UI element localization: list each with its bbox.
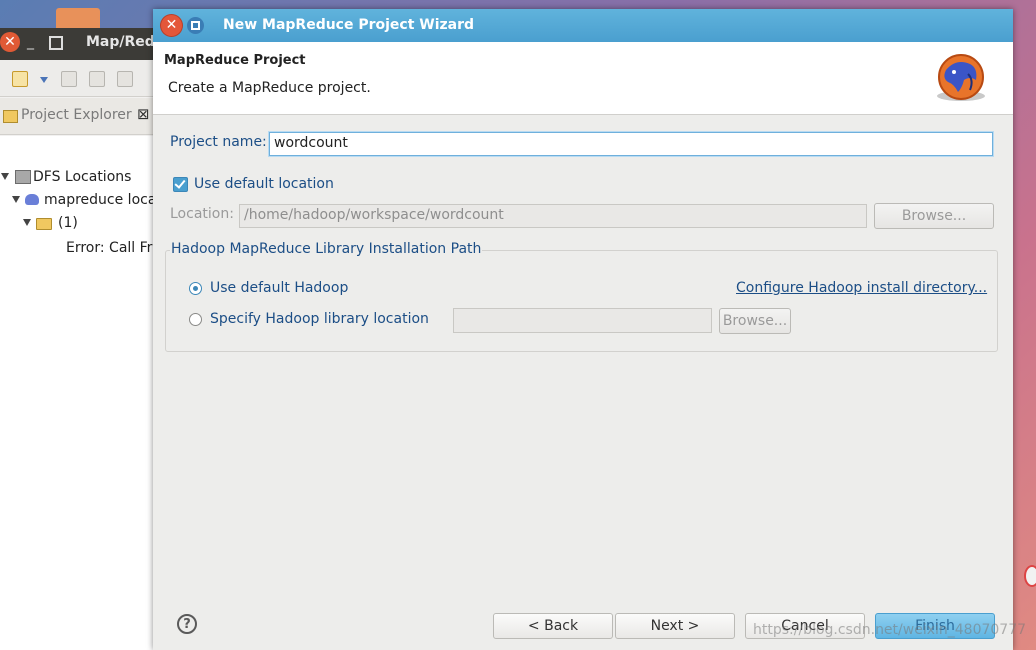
tree-item-mapreduce-location[interactable]: mapreduce loca (44, 192, 156, 208)
project-name-label: Project name: (170, 134, 267, 150)
maximize-icon[interactable] (187, 17, 204, 34)
maximize-icon[interactable] (49, 36, 63, 50)
specify-hadoop-radio[interactable] (189, 313, 202, 326)
desktop-widget-icon (1024, 565, 1036, 587)
save-all-icon[interactable] (89, 71, 105, 87)
hadoop-library-group (165, 250, 998, 352)
use-default-location-label[interactable]: Use default location (194, 176, 334, 192)
watermark: https://blog.csdn.net/weixin_48070777 (753, 622, 1027, 638)
project-explorer-tab[interactable]: Project Explorer ⊠ (0, 98, 155, 135)
wizard-banner: MapReduce Project Create a MapReduce pro… (153, 42, 1013, 115)
expand-arrow-icon[interactable] (23, 219, 31, 226)
browse-location-button[interactable]: Browse... (874, 203, 994, 229)
location-input[interactable]: /home/hadoop/workspace/wordcount (239, 204, 867, 228)
hadoop-library-group-title: Hadoop MapReduce Library Installation Pa… (170, 241, 483, 257)
close-icon[interactable]: ✕ (161, 15, 182, 36)
print-icon[interactable] (117, 71, 133, 87)
tab-project-explorer[interactable]: Project Explorer (21, 107, 132, 123)
project-explorer-icon (3, 110, 18, 123)
specify-hadoop-label[interactable]: Specify Hadoop library location (210, 311, 429, 327)
folder-icon (36, 218, 52, 230)
expand-arrow-icon[interactable] (1, 173, 9, 180)
eclipse-toolbar (0, 60, 155, 97)
location-label: Location: (170, 206, 234, 222)
elephant-icon (25, 194, 39, 205)
next-button[interactable]: Next > (615, 613, 735, 639)
project-name-input[interactable]: wordcount (269, 132, 993, 156)
expand-arrow-icon[interactable] (12, 196, 20, 203)
tree-item-error[interactable]: Error: Call Fr (66, 240, 152, 256)
project-tree: DFS Locations mapreduce loca (1) Error: … (0, 136, 156, 650)
save-icon[interactable] (61, 71, 77, 87)
new-mapreduce-project-dialog: ✕ New MapReduce Project Wizard MapReduce… (153, 9, 1013, 650)
minimize-icon[interactable]: _ (27, 34, 34, 50)
banner-title: MapReduce Project (164, 53, 306, 68)
eclipse-title-bar: ✕ _ Map/Redu (0, 28, 165, 60)
back-button[interactable]: < Back (493, 613, 613, 639)
hadoop-library-location-input[interactable] (453, 308, 712, 333)
configure-hadoop-link[interactable]: Configure Hadoop install directory... (736, 280, 987, 296)
tab-close-icon[interactable]: ⊠ (137, 105, 150, 123)
use-default-location-checkbox[interactable] (173, 177, 188, 192)
help-icon[interactable]: ? (177, 614, 197, 634)
use-default-hadoop-label[interactable]: Use default Hadoop (210, 280, 348, 296)
eclipse-window: ✕ _ Map/Redu Project Explorer ⊠ DFS Loca… (0, 28, 165, 650)
dialog-title: New MapReduce Project Wizard (223, 17, 475, 33)
dfs-icon (15, 170, 31, 184)
hadoop-logo (937, 54, 985, 101)
dropdown-arrow-icon[interactable] (40, 77, 48, 83)
browse-hadoop-button[interactable]: Browse... (719, 308, 791, 334)
tree-item-folder[interactable]: (1) (58, 215, 78, 231)
use-default-hadoop-radio[interactable] (189, 282, 202, 295)
close-icon[interactable]: ✕ (0, 32, 20, 52)
tree-item-dfs-locations[interactable]: DFS Locations (33, 169, 131, 185)
banner-message: Create a MapReduce project. (168, 80, 371, 96)
dialog-title-bar: ✕ New MapReduce Project Wizard (153, 9, 1013, 42)
new-project-icon[interactable] (12, 71, 28, 87)
